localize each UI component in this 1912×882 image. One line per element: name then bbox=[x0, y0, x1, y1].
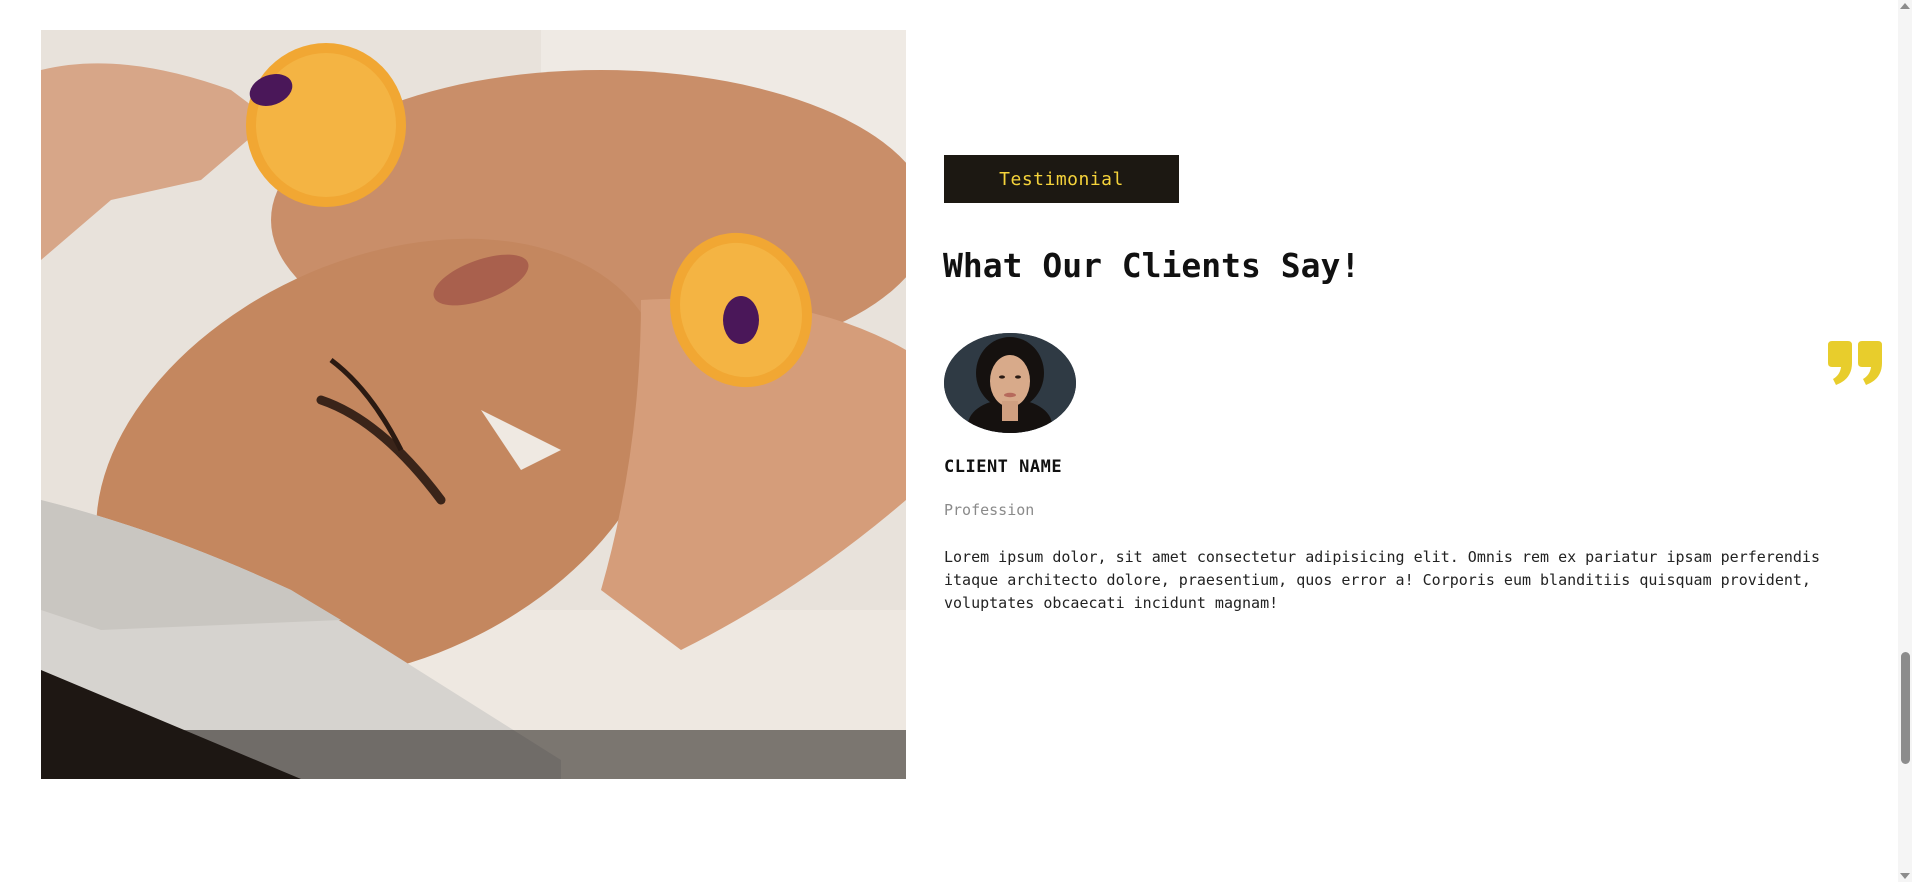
section-title: What Our Clients Say! bbox=[943, 246, 1361, 285]
scroll-up-arrow-icon[interactable] bbox=[1900, 3, 1910, 9]
quote-icon bbox=[1826, 341, 1886, 387]
testimonial-text: Lorem ipsum dolor, sit amet consectetur … bbox=[944, 548, 1820, 612]
client-profession: Profession bbox=[944, 501, 1035, 519]
page: Testimonial What Our Clients Say! CLIENT… bbox=[0, 0, 1912, 882]
client-avatar bbox=[944, 333, 1076, 433]
client-name: CLIENT NAME bbox=[944, 457, 1063, 477]
spa-facial-image bbox=[41, 30, 906, 779]
vertical-scrollbar[interactable] bbox=[1898, 0, 1912, 882]
testimonial-badge: Testimonial bbox=[944, 155, 1179, 203]
scroll-down-arrow-icon[interactable] bbox=[1900, 873, 1910, 879]
scroll-thumb[interactable] bbox=[1901, 652, 1910, 764]
